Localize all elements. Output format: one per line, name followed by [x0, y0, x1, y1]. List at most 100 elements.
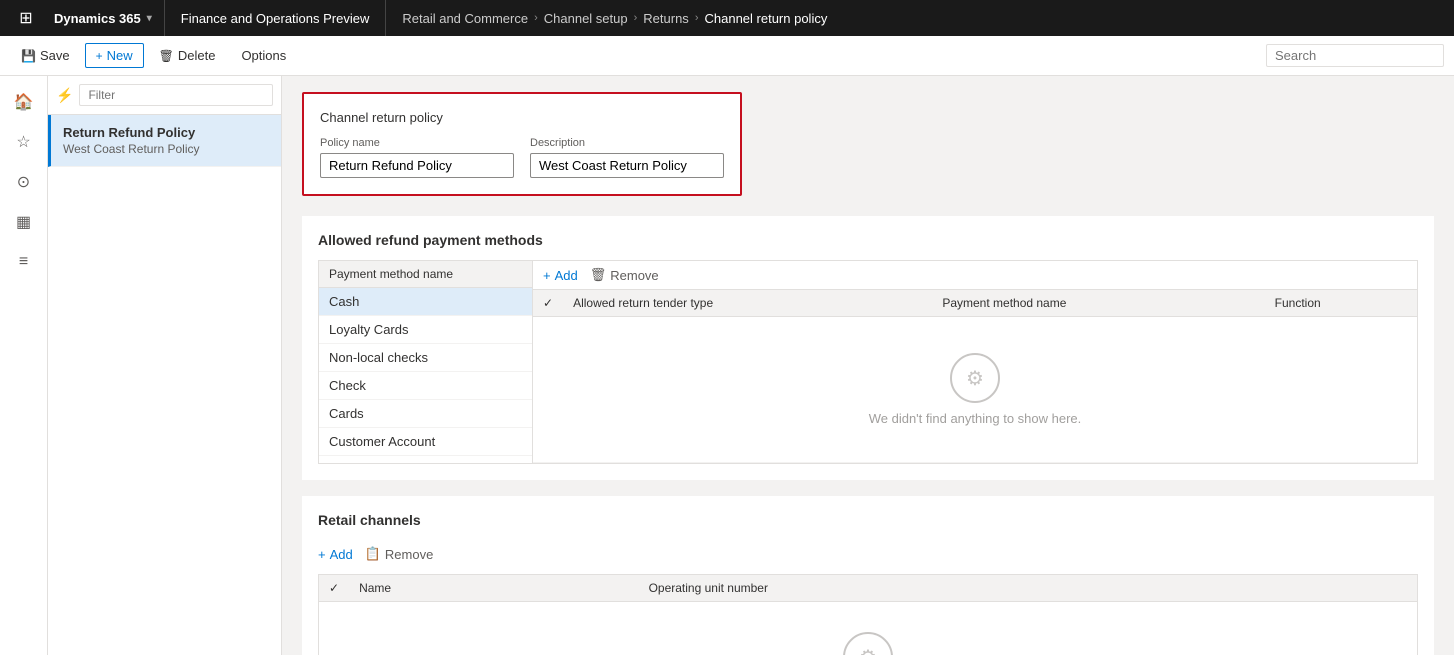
add-channel-button[interactable]: + Add [318, 547, 353, 562]
search-input[interactable] [1275, 48, 1435, 63]
policy-name-field: Policy name [320, 137, 514, 178]
workspaces-icon[interactable]: ▦ [6, 204, 42, 240]
app-chevron-icon[interactable]: ▾ [147, 13, 152, 24]
breadcrumb-sep-1: › [534, 12, 538, 24]
list-item-subtitle: West Coast Return Policy [63, 142, 269, 156]
delete-button[interactable]: 🗑 Delete [148, 43, 227, 68]
add-channel-icon: + [318, 547, 326, 562]
list-panel: ⚡ Return Refund Policy West Coast Return… [48, 76, 282, 655]
new-icon: + [96, 49, 103, 63]
allowed-refund-section: Allowed refund payment methods Payment m… [302, 216, 1434, 480]
col-function: Function [1265, 290, 1417, 317]
policy-name-label: Policy name [320, 137, 514, 149]
allowed-refund-title: Allowed refund payment methods [318, 232, 1418, 248]
description-field: Description [530, 137, 724, 178]
remove-return-label: Remove [610, 268, 658, 283]
channels-empty-row: ⚙ We didn't find anything to show here. [319, 602, 1418, 655]
empty-state: ⚙ We didn't find anything to show here. [543, 323, 1407, 456]
policy-name-input[interactable] [320, 153, 514, 178]
check-col-header: ✓ [533, 290, 563, 317]
list-items-container: Return Refund Policy West Coast Return P… [48, 115, 281, 655]
payment-item-nonlocal[interactable]: Non-local checks [319, 344, 532, 372]
list-filter-bar: ⚡ [48, 76, 281, 115]
channels-empty-icon: ⚙ [843, 632, 893, 655]
payment-methods-list: Payment method name Cash Loyalty Cards N… [318, 260, 533, 464]
channels-empty-state: ⚙ We didn't find anything to show here. [319, 602, 1417, 655]
delete-icon: 🗑 [159, 49, 174, 63]
add-return-icon: + [543, 268, 551, 283]
empty-icon: ⚙ [950, 353, 1000, 403]
recent-icon[interactable]: ⊙ [6, 164, 42, 200]
list-filter-input[interactable] [88, 88, 264, 102]
channels-toolbar: + Add 📋 Remove [318, 540, 1418, 568]
grid-menu-icon[interactable]: ⊞ [10, 0, 42, 36]
side-icons: 🏠 ☆ ⊙ ▦ ≡ [0, 76, 48, 655]
save-button[interactable]: 💾 Save [10, 43, 81, 68]
payment-item-other[interactable]: Other [319, 456, 532, 458]
breadcrumb-current: Channel return policy [704, 11, 827, 26]
remove-return-button[interactable]: 🗑 Remove [590, 267, 659, 283]
breadcrumb: Retail and Commerce › Channel setup › Re… [386, 11, 843, 26]
top-nav: ⊞ Dynamics 365 ▾ Finance and Operations … [0, 0, 1454, 36]
allowed-return-table-col: + Add 🗑 Remove ✓ Allowed return tend [533, 260, 1418, 464]
favorites-icon[interactable]: ☆ [6, 124, 42, 160]
payment-list-items: Cash Loyalty Cards Non-local checks Chec… [319, 288, 532, 458]
save-icon: 💾 [21, 49, 36, 63]
save-label: Save [40, 48, 70, 63]
breadcrumb-item-3[interactable]: Returns [643, 11, 689, 26]
remove-channel-label: Remove [385, 547, 433, 562]
col-operating-unit: Operating unit number [639, 575, 1418, 602]
payment-item-cash[interactable]: Cash [319, 288, 532, 316]
empty-message: We didn't find anything to show here. [869, 411, 1082, 426]
table-header-row: ✓ Allowed return tender type Payment met… [533, 290, 1417, 317]
add-channel-label: Add [330, 547, 353, 562]
remove-return-icon: 🗑 [590, 267, 607, 283]
channels-empty-cell: ⚙ We didn't find anything to show here. [319, 602, 1418, 655]
modules-icon[interactable]: ≡ [6, 244, 42, 280]
delete-label: Delete [178, 48, 216, 63]
form-card: Channel return policy Policy name Descri… [302, 92, 742, 196]
channels-table-body: ⚙ We didn't find anything to show here. [319, 602, 1418, 655]
payment-item-customer-account[interactable]: Customer Account [319, 428, 532, 456]
retail-channels-title: Retail channels [318, 512, 1418, 528]
new-label: New [107, 48, 133, 63]
col-name: Name [349, 575, 639, 602]
empty-row: ⚙ We didn't find anything to show here. [533, 317, 1417, 463]
allowed-return-table: ✓ Allowed return tender type Payment met… [533, 290, 1417, 463]
add-return-label: Add [555, 268, 578, 283]
list-search-box[interactable] [79, 84, 273, 106]
module-name: Finance and Operations Preview [165, 0, 387, 36]
channels-check-col: ✓ [319, 575, 350, 602]
payment-item-check[interactable]: Check [319, 372, 532, 400]
breadcrumb-sep-3: › [695, 12, 699, 24]
content-area: Channel return policy Policy name Descri… [282, 76, 1454, 655]
breadcrumb-item-1[interactable]: Retail and Commerce [402, 11, 528, 26]
channels-header-row: ✓ Name Operating unit number [319, 575, 1418, 602]
payment-item-loyalty[interactable]: Loyalty Cards [319, 316, 532, 344]
filter-icon-button[interactable]: ⚡ [56, 87, 73, 104]
options-button[interactable]: Options [230, 43, 297, 68]
allowed-return-table-body: ⚙ We didn't find anything to show here. [533, 317, 1417, 463]
form-card-title: Channel return policy [320, 110, 724, 125]
payment-item-cards[interactable]: Cards [319, 400, 532, 428]
empty-state-cell: ⚙ We didn't find anything to show here. [533, 317, 1417, 463]
payment-layout: Payment method name Cash Loyalty Cards N… [318, 260, 1418, 464]
add-return-button[interactable]: + Add [543, 268, 578, 283]
toolbar-search[interactable] [1266, 44, 1444, 67]
table-toolbar: + Add 🗑 Remove [533, 261, 1417, 290]
list-item-title: Return Refund Policy [63, 125, 269, 140]
payment-col-header: Payment method name [319, 261, 532, 288]
form-row: Policy name Description [320, 137, 724, 178]
remove-channel-button[interactable]: 📋 Remove [365, 546, 434, 562]
description-label: Description [530, 137, 724, 149]
list-item[interactable]: Return Refund Policy West Coast Return P… [48, 115, 281, 167]
breadcrumb-item-2[interactable]: Channel setup [544, 11, 628, 26]
description-input[interactable] [530, 153, 724, 178]
home-icon[interactable]: 🏠 [6, 84, 42, 120]
new-button[interactable]: + New [85, 43, 144, 68]
channels-table: ✓ Name Operating unit number ⚙ We didn't… [318, 574, 1418, 655]
breadcrumb-sep-2: › [634, 12, 638, 24]
retail-channels-section: Retail channels + Add 📋 Remove ✓ Name Op… [302, 496, 1434, 655]
remove-channel-icon: 📋 [365, 546, 381, 562]
col-tender-type: Allowed return tender type [563, 290, 932, 317]
